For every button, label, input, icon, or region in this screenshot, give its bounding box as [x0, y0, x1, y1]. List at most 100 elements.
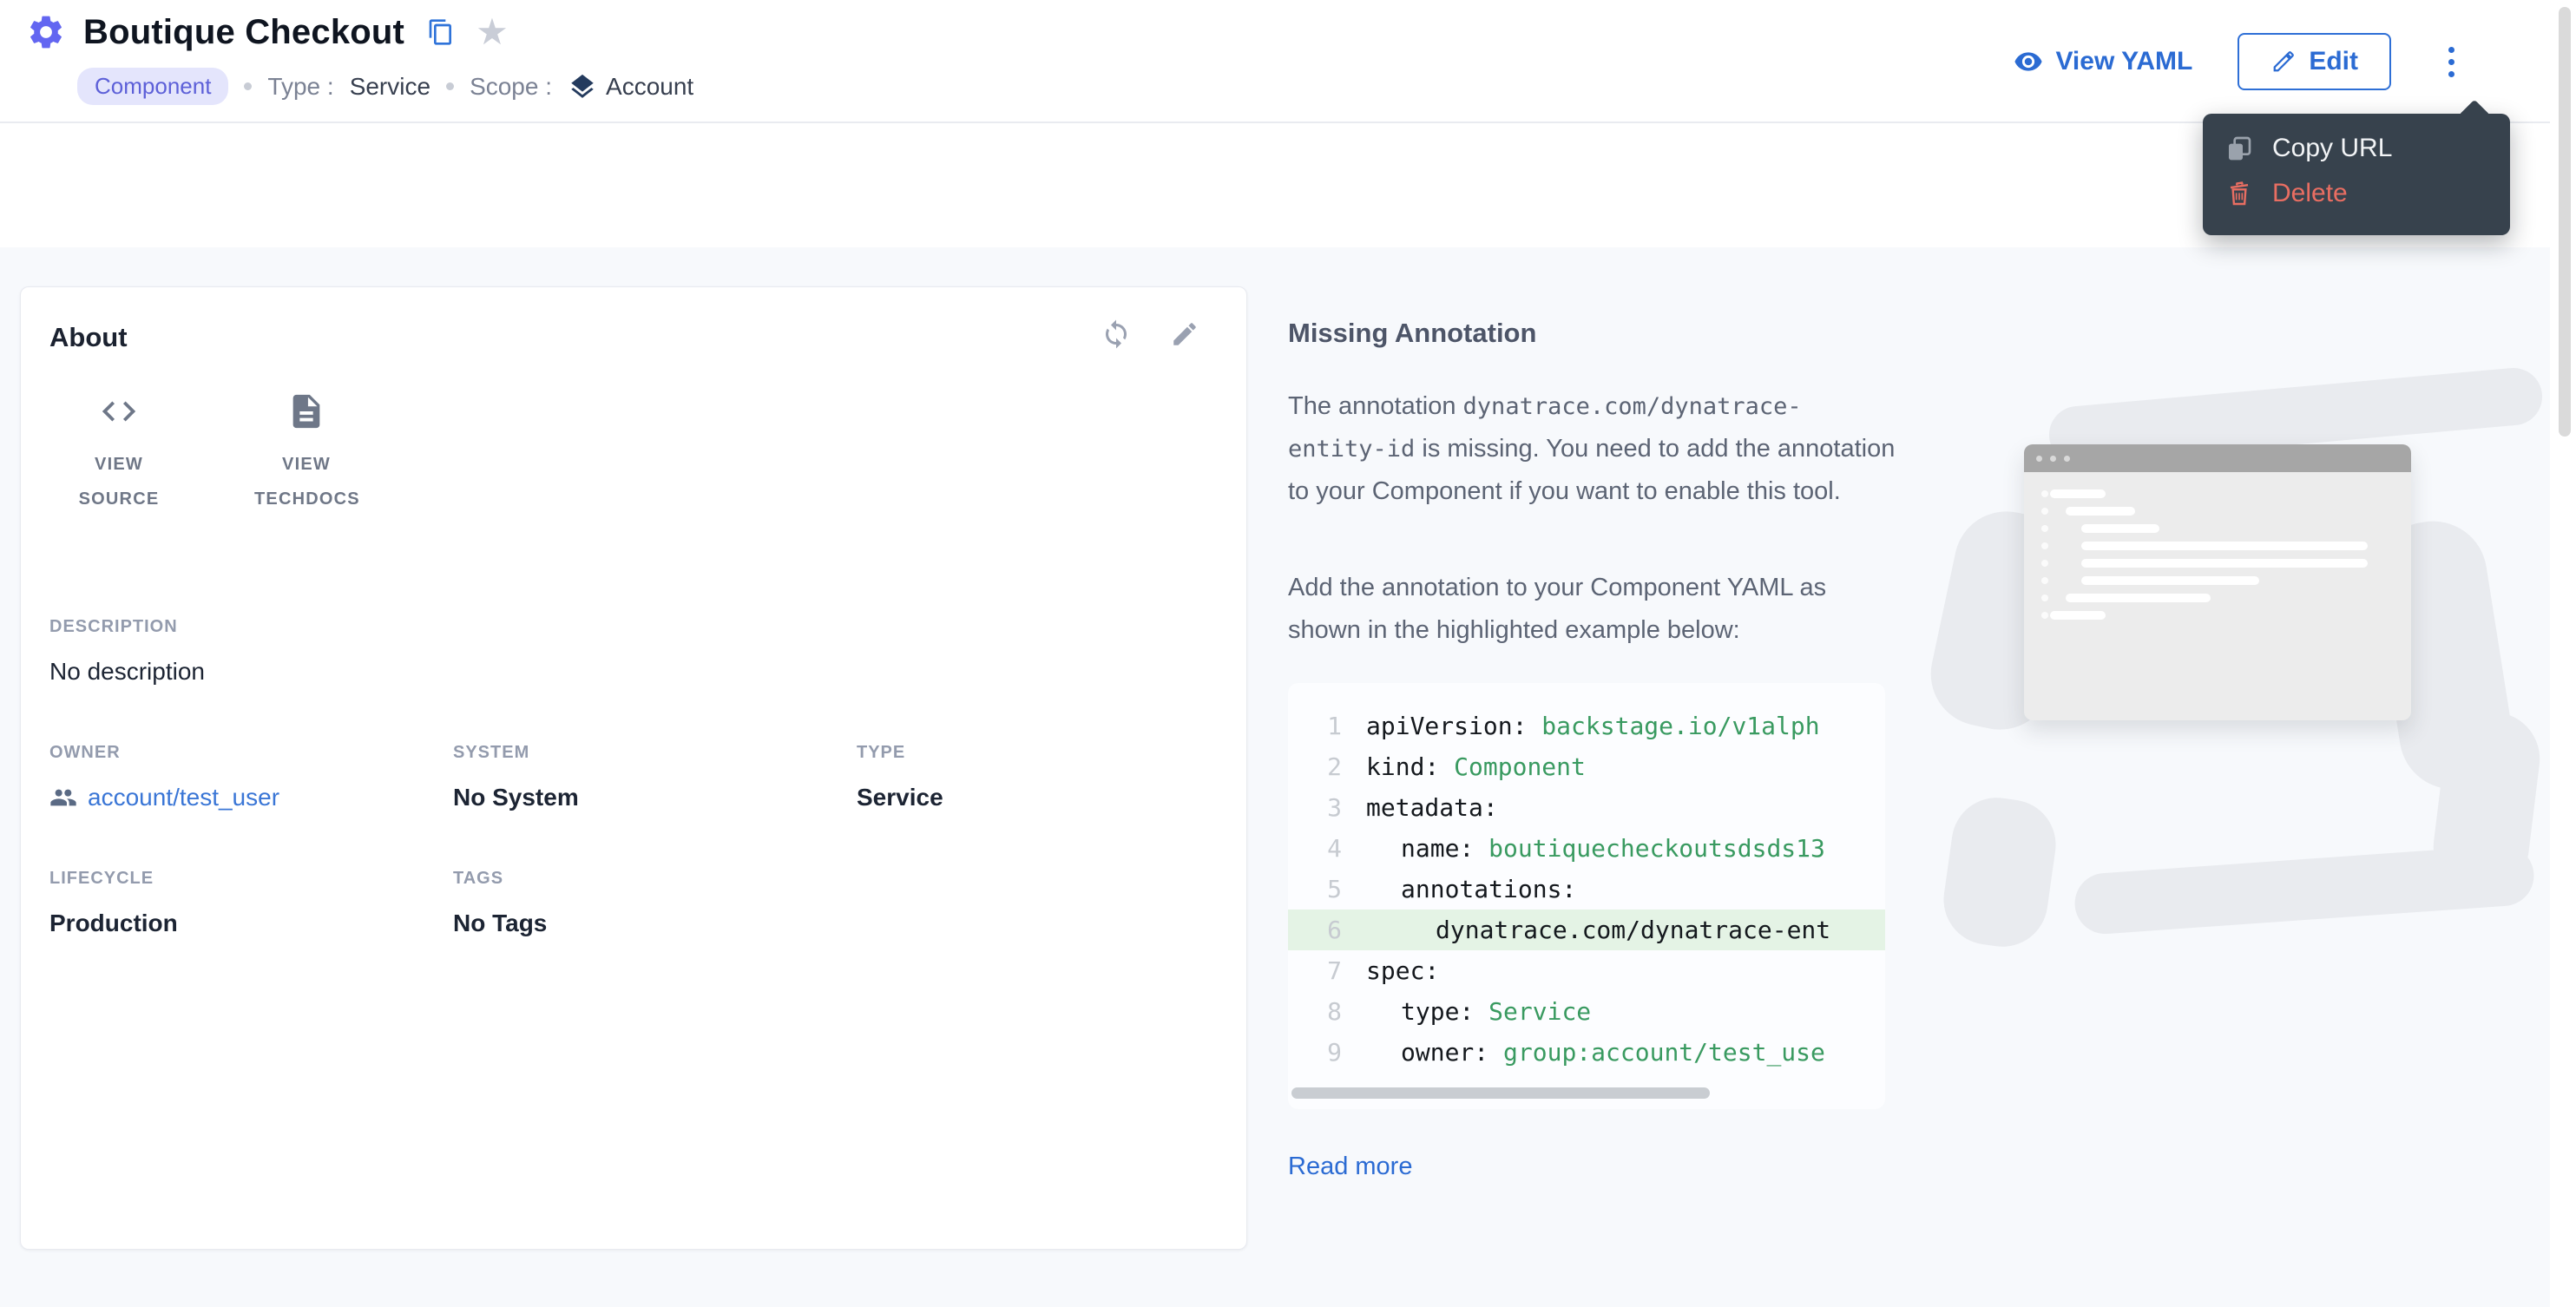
line-number: 7: [1288, 956, 1342, 985]
lifecycle-value: Production: [49, 910, 453, 937]
yaml-key: apiVersion:: [1366, 712, 1541, 740]
about-title: About: [49, 319, 128, 353]
group-icon: [49, 784, 77, 811]
delete-label: Delete: [2272, 179, 2348, 208]
view-techdocs-label: VIEW TECHDOCS: [254, 447, 358, 516]
eye-icon: [2014, 47, 2043, 76]
description-label: DESCRIPTION: [49, 617, 1203, 637]
yaml-code-block: 1 apiVersion: backstage.io/v1alph 2 kind: …: [1288, 683, 1885, 1109]
header-actions: View YAML Edit: [2014, 0, 2467, 123]
pencil-icon: [2270, 49, 2297, 75]
star-icon[interactable]: ★: [476, 14, 509, 50]
page-title: Boutique Checkout: [83, 13, 404, 52]
annotation-paragraph-1: The annotation dynatrace.com/dynatrace-e…: [1288, 385, 1896, 513]
dot-separator: [244, 82, 252, 90]
kind-badge: Component: [77, 68, 228, 105]
tags-value: No Tags: [453, 910, 857, 937]
header-divider: [0, 122, 2550, 123]
tags-field: TAGS No Tags: [453, 869, 857, 937]
line-number: 4: [1288, 834, 1342, 863]
edit-button[interactable]: Edit: [2238, 33, 2391, 90]
yaml-key: annotations:: [1401, 875, 1576, 903]
sync-icon[interactable]: [1101, 319, 1132, 350]
document-icon: [286, 391, 326, 431]
pencil-icon[interactable]: [1170, 319, 1199, 349]
view-source-label: VIEW SOURCE: [67, 447, 171, 516]
yaml-value: backstage.io/v1alph: [1541, 712, 1819, 740]
view-yaml-label: View YAML: [2055, 47, 2192, 76]
yaml-key: metadata:: [1366, 793, 1498, 822]
yaml-key: type:: [1401, 997, 1488, 1026]
type-label: TYPE: [857, 743, 1203, 763]
code-icon: [99, 391, 139, 431]
owner-value-link[interactable]: account/test_user: [49, 784, 453, 811]
tags-label: TAGS: [453, 869, 857, 889]
yaml-value: Component: [1454, 752, 1586, 781]
scope-group: Account: [568, 72, 693, 102]
code-line: 7 spec:: [1288, 950, 1885, 991]
menu-item-delete[interactable]: Delete: [2203, 171, 2510, 216]
page-scrollbar-track[interactable]: [2550, 0, 2576, 1307]
yaml-key: name:: [1401, 834, 1488, 863]
type-value: Service: [350, 73, 430, 101]
annotation-paragraph-2: Add the annotation to your Component YAM…: [1288, 567, 1896, 652]
about-card: About VIEW SOURCE VIEW TECHDOCS DESCRIPT…: [20, 286, 1247, 1250]
copy-icon[interactable]: [427, 18, 455, 46]
trash-icon: [2225, 180, 2253, 207]
about-links: VIEW SOURCE VIEW TECHDOCS: [49, 391, 1203, 516]
type-label: Type :: [267, 73, 333, 101]
view-yaml-button[interactable]: View YAML: [2014, 47, 2192, 76]
window-body: [2024, 472, 2411, 620]
code-line-highlighted: 6 dynatrace.com/dynatrace-ent: [1288, 910, 1885, 950]
missing-annotation-title: Missing Annotation: [1288, 318, 1896, 349]
line-number: 2: [1288, 752, 1342, 781]
edit-button-label: Edit: [2309, 47, 2358, 76]
description-value: No description: [49, 658, 1203, 686]
scope-label: Scope :: [470, 73, 552, 101]
line-number: 3: [1288, 793, 1342, 822]
about-field-grid: OWNER account/test_user SYSTEM No System…: [49, 743, 1203, 937]
annotation-illustration: [1953, 373, 2543, 981]
lifecycle-label: LIFECYCLE: [49, 869, 453, 889]
dot-separator: [446, 82, 454, 90]
yaml-value: Service: [1488, 997, 1591, 1026]
yaml-key: kind:: [1366, 752, 1454, 781]
entity-header: Boutique Checkout ★ Component Type : Ser…: [0, 0, 2550, 247]
code-line: 9owner: group:account/test_use: [1288, 1032, 1885, 1073]
background-blob: [1938, 791, 2061, 952]
type-field: TYPE Service: [857, 743, 1203, 811]
kebab-dropdown-menu: Copy URL Delete: [2203, 114, 2510, 235]
yaml-key: dynatrace.com/dynatrace-ent: [1436, 916, 1830, 944]
code-line: 3 metadata:: [1288, 787, 1885, 828]
yaml-key: spec:: [1366, 956, 1439, 985]
missing-annotation-panel: Missing Annotation The annotation dynatr…: [1288, 318, 1896, 1181]
owner-label: OWNER: [49, 743, 453, 763]
title-row: Boutique Checkout ★: [26, 12, 509, 52]
view-source-link[interactable]: VIEW SOURCE: [49, 391, 188, 516]
about-card-header: About: [49, 319, 1203, 353]
layers-icon: [568, 72, 597, 102]
page-scrollbar-thumb[interactable]: [2559, 7, 2571, 437]
menu-item-copy-url[interactable]: Copy URL: [2203, 126, 2510, 171]
description-field: DESCRIPTION No description: [49, 617, 1203, 686]
yaml-value: group:account/test_use: [1503, 1038, 1825, 1067]
entity-subtitle: Component Type : Service Scope : Account: [77, 68, 693, 105]
line-number: 6: [1288, 916, 1342, 944]
line-number: 8: [1288, 997, 1342, 1026]
lifecycle-field: LIFECYCLE Production: [49, 869, 453, 937]
kebab-menu-icon[interactable]: [2436, 38, 2467, 86]
line-number: 1: [1288, 712, 1342, 740]
read-more-link[interactable]: Read more: [1288, 1153, 1412, 1181]
code-line: 5annotations:: [1288, 869, 1885, 910]
type-value: Service: [857, 784, 1203, 811]
about-card-actions: [1101, 319, 1203, 350]
copy-url-label: Copy URL: [2272, 134, 2392, 163]
yaml-key: owner:: [1401, 1038, 1503, 1067]
scope-value: Account: [606, 73, 693, 101]
owner-field: OWNER account/test_user: [49, 743, 453, 811]
code-horizontal-scrollbar[interactable]: [1291, 1087, 1710, 1099]
view-techdocs-link[interactable]: VIEW TECHDOCS: [237, 391, 376, 516]
code-line: 4name: boutiquecheckoutsdsds13: [1288, 828, 1885, 869]
gear-icon: [26, 12, 66, 52]
code-line: 2 kind: Component: [1288, 746, 1885, 787]
